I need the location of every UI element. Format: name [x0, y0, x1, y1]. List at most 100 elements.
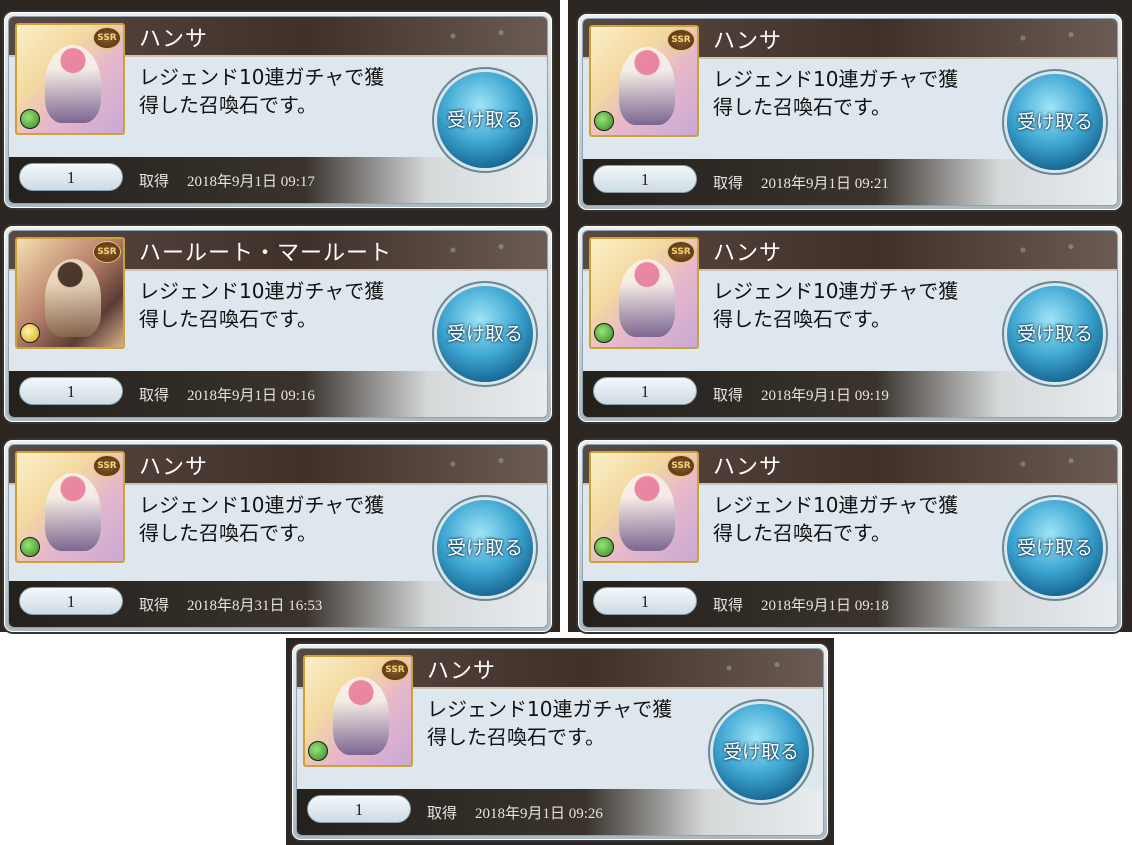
acquired-timestamp: 2018年9月1日 09:16: [187, 388, 315, 404]
description-line: 得した召喚石です。: [139, 521, 317, 545]
acquired-timestamp: 2018年9月1日 09:26: [475, 806, 603, 822]
description-line: 得した召喚石です。: [139, 307, 317, 331]
description-line: レジェンド10連ガチャで獲: [139, 279, 385, 303]
ssr-badge: SSR: [667, 29, 695, 51]
description-line: レジェンド10連ガチャで獲: [713, 493, 959, 517]
description-line: レジェンド10連ガチャで獲: [713, 67, 959, 91]
wind-element-icon: [20, 109, 40, 129]
acquired-label: 取得: [713, 176, 744, 192]
summon-thumbnail: SSR: [589, 237, 699, 349]
description-line: 得した召喚石です。: [139, 93, 317, 117]
present-card: ハンサ SSR レジェンド10連ガチャで獲 得した召喚石です。 1 取得 2018…: [578, 440, 1122, 632]
receive-button[interactable]: 受け取る: [1007, 286, 1103, 382]
receive-button[interactable]: 受け取る: [437, 72, 533, 168]
light-element-icon: [20, 323, 40, 343]
quantity-pill: 1: [19, 587, 123, 615]
summon-description: レジェンド10連ガチャで獲 得した召喚石です。: [139, 277, 429, 333]
card-body: ハンサ SSR レジェンド10連ガチャで獲 得した召喚石です。 1 取得 2018…: [296, 648, 824, 836]
summon-name: ハンサ: [139, 455, 209, 480]
ssr-badge: SSR: [93, 241, 121, 263]
ornament-decoration: [987, 233, 1107, 267]
present-card: ハンサ SSR レジェンド10連ガチャで獲 得した召喚石です。 1 取得 2018…: [578, 226, 1122, 422]
acquired-timestamp: 2018年9月1日 09:21: [761, 176, 889, 192]
quantity-pill: 1: [19, 377, 123, 405]
summon-description: レジェンド10連ガチャで獲 得した召喚石です。: [713, 277, 1003, 333]
receive-button[interactable]: 受け取る: [713, 704, 809, 800]
quantity-pill: 1: [593, 377, 697, 405]
summon-description: レジェンド10連ガチャで獲 得した召喚石です。: [139, 63, 429, 119]
description-line: 得した召喚石です。: [713, 95, 891, 119]
summon-description: レジェンド10連ガチャで獲 得した召喚石です。: [427, 695, 717, 751]
acquired-label: 取得: [139, 388, 170, 404]
ornament-decoration: [417, 233, 537, 267]
quantity-pill: 1: [593, 165, 697, 193]
acquired-date: 取得 2018年9月1日 09:18: [713, 594, 889, 615]
wind-element-icon: [594, 323, 614, 343]
acquired-label: 取得: [427, 806, 458, 822]
acquired-date: 取得 2018年9月1日 09:17: [139, 170, 315, 191]
card-body: ハンサ SSR レジェンド10連ガチャで獲 得した召喚石です。 1 取得 2018…: [582, 444, 1118, 628]
receive-button-label: 受け取る: [1016, 111, 1093, 133]
acquired-date: 取得 2018年9月1日 09:26: [427, 802, 603, 823]
summon-artwork: [619, 473, 675, 551]
acquired-timestamp: 2018年9月1日 09:17: [187, 174, 315, 190]
acquired-date: 取得 2018年9月1日 09:21: [713, 172, 889, 193]
receive-button-label: 受け取る: [446, 323, 523, 345]
summon-name: ハンサ: [139, 27, 209, 52]
summon-artwork: [45, 45, 101, 123]
acquired-timestamp: 2018年8月31日 16:53: [187, 598, 323, 614]
ssr-badge: SSR: [667, 241, 695, 263]
acquired-timestamp: 2018年9月1日 09:19: [761, 388, 889, 404]
receive-button-label: 受け取る: [446, 537, 523, 559]
ornament-decoration: [693, 651, 813, 685]
description-line: 得した召喚石です。: [427, 725, 605, 749]
present-card: ハンサ SSR レジェンド10連ガチャで獲 得した召喚石です。 1 取得 2018…: [4, 440, 552, 632]
summon-artwork: [619, 47, 675, 125]
acquired-label: 取得: [139, 598, 170, 614]
present-card: ハンサ SSR レジェンド10連ガチャで獲 得した召喚石です。 1 取得 2018…: [292, 644, 828, 840]
wind-element-icon: [308, 741, 328, 761]
acquired-label: 取得: [713, 388, 744, 404]
ornament-decoration: [417, 19, 537, 53]
summon-artwork: [333, 677, 389, 755]
acquired-date: 取得 2018年9月1日 09:19: [713, 384, 889, 405]
description-line: 得した召喚石です。: [713, 307, 891, 331]
acquired-timestamp: 2018年9月1日 09:18: [761, 598, 889, 614]
summon-thumbnail: SSR: [15, 237, 125, 349]
ornament-decoration: [987, 21, 1107, 55]
summon-artwork: [45, 473, 101, 551]
summon-name: ハンサ: [713, 241, 783, 266]
present-card: ハールート・マールート SSR レジェンド10連ガチャで獲 得した召喚石です。 …: [4, 226, 552, 422]
present-card: ハンサ SSR レジェンド10連ガチャで獲 得した召喚石です。 1 取得 2018…: [578, 14, 1122, 210]
summon-thumbnail: SSR: [589, 451, 699, 563]
receive-button-label: 受け取る: [1016, 323, 1093, 345]
summon-name: ハールート・マールート: [139, 241, 393, 266]
summon-name: ハンサ: [713, 29, 783, 54]
summon-thumbnail: SSR: [15, 451, 125, 563]
description-line: レジェンド10連ガチャで獲: [139, 65, 385, 89]
acquired-date: 取得 2018年9月1日 09:16: [139, 384, 315, 405]
quantity-pill: 1: [307, 795, 411, 823]
wind-element-icon: [20, 537, 40, 557]
receive-button[interactable]: 受け取る: [437, 500, 533, 596]
summon-thumbnail: SSR: [15, 23, 125, 135]
receive-button[interactable]: 受け取る: [1007, 500, 1103, 596]
receive-button[interactable]: 受け取る: [437, 286, 533, 382]
card-body: ハンサ SSR レジェンド10連ガチャで獲 得した召喚石です。 1 取得 2018…: [582, 18, 1118, 206]
acquired-date: 取得 2018年8月31日 16:53: [139, 594, 322, 615]
receive-button[interactable]: 受け取る: [1007, 74, 1103, 170]
summon-description: レジェンド10連ガチャで獲 得した召喚石です。: [139, 491, 429, 547]
card-body: ハンサ SSR レジェンド10連ガチャで獲 得した召喚石です。 1 取得 2018…: [582, 230, 1118, 418]
ssr-badge: SSR: [93, 455, 121, 477]
acquired-label: 取得: [713, 598, 744, 614]
acquired-label: 取得: [139, 174, 170, 190]
summon-name: ハンサ: [427, 659, 497, 684]
wind-element-icon: [594, 111, 614, 131]
ornament-decoration: [417, 447, 537, 481]
ssr-badge: SSR: [667, 455, 695, 477]
receive-button-label: 受け取る: [722, 741, 799, 763]
wind-element-icon: [594, 537, 614, 557]
ornament-decoration: [987, 447, 1107, 481]
card-body: ハールート・マールート SSR レジェンド10連ガチャで獲 得した召喚石です。 …: [8, 230, 548, 418]
receive-button-label: 受け取る: [1016, 537, 1093, 559]
